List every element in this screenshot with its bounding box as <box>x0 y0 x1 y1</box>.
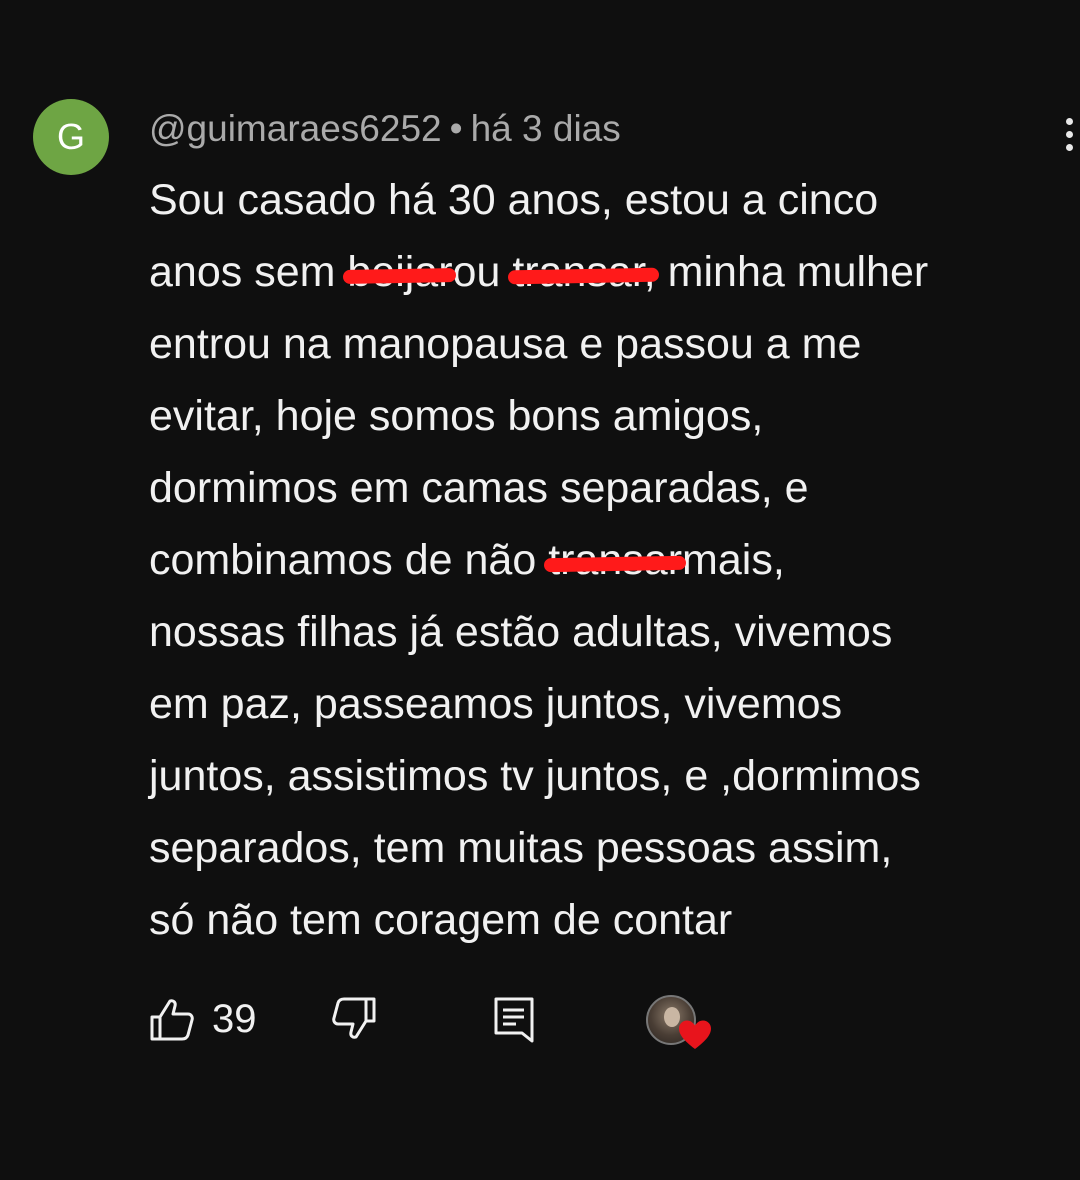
comment-line-text: em paz, passeamos juntos, vivemos <box>149 680 843 728</box>
comment-line-text: Sou casado há 30 anos, estou a cinco <box>149 176 879 224</box>
comment-line-text: entrou na manopausa e passou a me <box>149 320 862 368</box>
comment-line-text: mais, <box>682 536 785 584</box>
comment-line-text: dormimos em camas separadas, e <box>149 464 809 512</box>
author-handle[interactable]: @guimaraes6252 <box>149 108 442 149</box>
redacted-word: beijar <box>347 236 452 308</box>
comment-line: em paz, passeamos juntos, vivemos <box>149 668 1069 740</box>
creator-heart-badge <box>646 995 712 1051</box>
author-avatar[interactable]: G <box>33 99 109 175</box>
comment-line: juntos, assistimos tv juntos, e ,dormimo… <box>149 740 1069 812</box>
comment-line: evitar, hoje somos bons amigos, <box>149 380 1069 452</box>
reply-button[interactable] <box>492 995 536 1045</box>
comment-line: Sou casado há 30 anos, estou a cinco <box>149 164 1069 236</box>
comment-line-text: minha mulher <box>655 248 929 296</box>
comment-line-text: só não tem coragem de contar <box>149 896 733 944</box>
creator-heart-icon <box>679 1020 711 1049</box>
comment-line-text: nossas filhas já estão adultas, vivemos <box>149 608 893 656</box>
meta-separator: • <box>449 108 463 149</box>
comment-line-text: anos sem <box>149 248 348 296</box>
comment-line: anos sem beijarou transar, minha mulher <box>149 236 1069 308</box>
comment-line-text: separados, tem muitas pessoas assim, <box>149 824 893 872</box>
comment-meta: @guimaraes6252 • há 3 dias <box>149 108 621 150</box>
comment-text: Sou casado há 30 anos, estou a cinco anos… <box>149 164 1069 956</box>
redacted-word: transar <box>548 524 682 596</box>
comment-line: combinamos de não transarmais, <box>149 524 1069 596</box>
dislike-button[interactable] <box>330 995 378 1043</box>
more-vert-icon[interactable] <box>1066 118 1080 158</box>
thumbs-up-icon <box>150 999 194 1041</box>
comment-line: só não tem coragem de contar <box>149 884 1069 956</box>
comment-line: dormimos em camas separadas, e <box>149 452 1069 524</box>
thumbs-down-icon <box>332 997 376 1039</box>
comment-line-text: evitar, hoje somos bons amigos, <box>149 392 764 440</box>
like-count: 39 <box>212 996 257 1041</box>
author-initial: G <box>56 116 85 157</box>
like-button[interactable]: 39 <box>148 995 257 1043</box>
comment-line-text: ou <box>452 248 513 296</box>
comment-line: separados, tem muitas pessoas assim, <box>149 812 1069 884</box>
redacted-word: transar, <box>512 236 655 308</box>
comment-time[interactable]: há 3 dias <box>471 108 621 149</box>
comment-actions: 39 <box>148 995 748 1055</box>
comment-line-text: juntos, assistimos tv juntos, e ,dormimo… <box>149 752 921 800</box>
comment-line: entrou na manopausa e passou a me <box>149 308 1069 380</box>
comment-line: nossas filhas já estão adultas, vivemos <box>149 596 1069 668</box>
reply-comment-icon <box>494 997 534 1043</box>
comment-line-text: combinamos de não <box>149 536 549 584</box>
